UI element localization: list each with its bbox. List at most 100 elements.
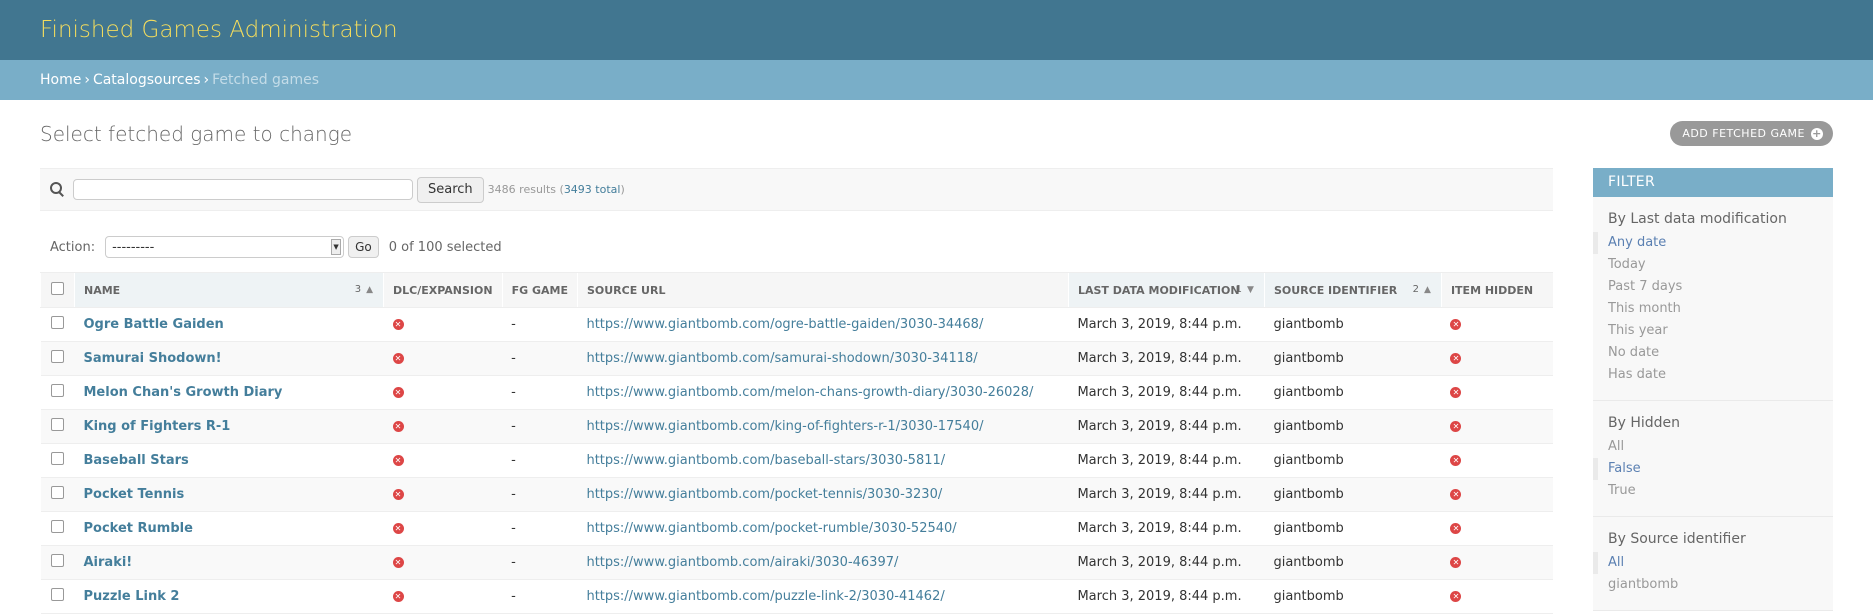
source-identifier-cell: giantbomb: [1264, 341, 1442, 376]
select-all-checkbox[interactable]: [51, 282, 64, 295]
sort-priority: 1: [1235, 284, 1243, 295]
search-input[interactable]: [73, 179, 413, 200]
row-checkbox[interactable]: [50, 554, 64, 567]
filter-option-link[interactable]: False: [1608, 461, 1641, 476]
filter-option-link[interactable]: Any date: [1608, 235, 1666, 250]
column-header-dlc[interactable]: DLC/Expansion: [383, 272, 503, 308]
results-suffix: ): [620, 183, 625, 196]
game-name-link[interactable]: Ogre Battle Gaiden: [84, 317, 224, 332]
false-icon: ✕: [1450, 353, 1462, 364]
column-header-name[interactable]: Name 3 ▲: [74, 272, 384, 308]
game-name-link[interactable]: Airaki!: [84, 555, 133, 570]
search-toolbar: Search 3486 results (3493 total): [40, 168, 1553, 211]
false-icon: ✕: [392, 353, 404, 364]
filter-option-link[interactable]: Has date: [1608, 367, 1666, 382]
column-header-last-modification[interactable]: Last data modification 1 ▼: [1067, 272, 1265, 308]
filter-option-link[interactable]: This month: [1608, 301, 1681, 316]
filter-option-link[interactable]: Today: [1608, 257, 1646, 272]
last-modification-cell: March 3, 2019, 8:44 p.m.: [1068, 443, 1265, 478]
source-url-link[interactable]: https://www.giantbomb.com/samurai-shodow…: [586, 351, 977, 366]
source-url-link[interactable]: https://www.giantbomb.com/melon-chans-gr…: [586, 385, 1033, 400]
source-url-link[interactable]: https://www.giantbomb.com/airaki/3030-46…: [586, 555, 898, 570]
row-checkbox-cell: [40, 579, 75, 614]
row-checkbox[interactable]: [50, 316, 64, 329]
game-name-link[interactable]: Baseball Stars: [84, 453, 189, 468]
source-url-link[interactable]: https://www.giantbomb.com/ogre-battle-ga…: [586, 317, 983, 332]
item-hidden-cell: ✕: [1441, 477, 1553, 512]
breadcrumb: Home › Catalogsources › Fetched games: [0, 60, 1873, 100]
row-checkbox[interactable]: [50, 588, 64, 601]
row-checkbox[interactable]: [50, 486, 64, 499]
game-name-link[interactable]: Melon Chan's Growth Diary: [84, 385, 283, 400]
breadcrumb-home[interactable]: Home: [40, 72, 81, 88]
row-checkbox-cell: [40, 545, 75, 580]
filter-option-link[interactable]: Past 7 days: [1608, 279, 1682, 294]
false-icon: ✕: [1450, 319, 1462, 330]
column-header-fg-game[interactable]: FG Game: [501, 272, 578, 308]
filter-option: Has date: [1593, 364, 1833, 386]
game-name-link[interactable]: Pocket Tennis: [84, 487, 185, 502]
last-modification-cell: March 3, 2019, 8:44 p.m.: [1068, 545, 1265, 580]
last-modification-cell: March 3, 2019, 8:44 p.m.: [1068, 375, 1265, 410]
fg-game-cell: -: [502, 307, 578, 342]
game-name-link[interactable]: Puzzle Link 2: [84, 589, 180, 604]
game-name-link[interactable]: Samurai Shodown!: [84, 351, 222, 366]
go-button[interactable]: Go: [348, 236, 379, 258]
item-hidden-cell: ✕: [1441, 375, 1553, 410]
row-checkbox[interactable]: [50, 350, 64, 363]
source-url-link[interactable]: https://www.giantbomb.com/pocket-tennis/…: [586, 487, 942, 502]
site-branding[interactable]: Finished Games Administration: [40, 17, 398, 43]
row-checkbox[interactable]: [50, 384, 64, 397]
table-header-row: Name 3 ▲ DLC/Expansion FG Game Source URL…: [40, 272, 1553, 308]
filter-option-link[interactable]: All: [1608, 555, 1624, 570]
filter-option-link[interactable]: No date: [1608, 345, 1659, 360]
game-name-link[interactable]: King of Fighters R-1: [84, 419, 231, 434]
column-label: Source identifier: [1273, 283, 1398, 297]
filter-options: Any date Today Past 7 days This month This y…: [1593, 232, 1833, 401]
add-fetched-game-button[interactable]: Add fetched game +: [1670, 121, 1833, 146]
dlc-cell: ✕: [383, 375, 503, 410]
column-header-source-identifier[interactable]: Source identifier 2 ▲: [1263, 272, 1442, 308]
source-url-link[interactable]: https://www.giantbomb.com/king-of-fighte…: [586, 419, 983, 434]
filter-option-link[interactable]: All: [1608, 439, 1624, 454]
sort-indicator[interactable]: 3 ▲: [355, 273, 373, 307]
filter-groups: By Last data modification Any date Today Pa…: [1593, 197, 1833, 611]
search-button[interactable]: Search: [417, 176, 484, 203]
last-modification-cell: March 3, 2019, 8:44 p.m.: [1068, 579, 1265, 614]
column-header-item-hidden[interactable]: Item hidden: [1440, 272, 1553, 308]
fg-game-cell: -: [502, 443, 578, 478]
sort-indicator[interactable]: 1 ▼: [1236, 273, 1254, 307]
filter-option: Past 7 days: [1593, 276, 1833, 298]
sort-indicator[interactable]: 2 ▲: [1413, 273, 1431, 307]
fg-game-cell: -: [502, 511, 578, 546]
filter-option-link[interactable]: giantbomb: [1608, 577, 1678, 592]
changelist: Search 3486 results (3493 total) Action:…: [40, 168, 1553, 614]
source-url-link[interactable]: https://www.giantbomb.com/pocket-rumble/…: [586, 521, 956, 536]
name-cell: Pocket Tennis: [74, 477, 384, 512]
column-header-source-url[interactable]: Source URL: [576, 272, 1069, 308]
source-url-cell: https://www.giantbomb.com/ogre-battle-ga…: [577, 307, 1069, 342]
source-identifier-cell: giantbomb: [1264, 477, 1442, 512]
select-all-header: [40, 272, 75, 308]
row-checkbox[interactable]: [50, 452, 64, 465]
source-url-cell: https://www.giantbomb.com/pocket-tennis/…: [577, 477, 1069, 512]
source-url-link[interactable]: https://www.giantbomb.com/puzzle-link-2/…: [586, 589, 944, 604]
dlc-cell: ✕: [383, 341, 503, 376]
name-cell: Airaki!: [74, 545, 384, 580]
row-checkbox-cell: [40, 307, 75, 342]
total-results-link[interactable]: 3493 total: [564, 183, 621, 196]
action-select[interactable]: --------- ▼: [105, 236, 345, 258]
filter-option-link[interactable]: True: [1608, 483, 1636, 498]
table-row: Ogre Battle Gaiden ✕ - https://www.giantbom…: [40, 307, 1553, 342]
filter-option-link[interactable]: This year: [1608, 323, 1668, 338]
false-icon: ✕: [392, 421, 404, 432]
breadcrumb-app[interactable]: Catalogsources: [93, 72, 201, 88]
game-name-link[interactable]: Pocket Rumble: [84, 521, 193, 536]
item-hidden-cell: ✕: [1441, 409, 1553, 444]
row-checkbox[interactable]: [50, 520, 64, 533]
name-cell: Samurai Shodown!: [74, 341, 384, 376]
source-url-link[interactable]: https://www.giantbomb.com/baseball-stars…: [586, 453, 945, 468]
row-checkbox[interactable]: [50, 418, 64, 431]
filter-option: No date: [1593, 342, 1833, 364]
table-row: Puzzle Link 2 ✕ - https://www.giantbomb.com…: [40, 579, 1553, 614]
